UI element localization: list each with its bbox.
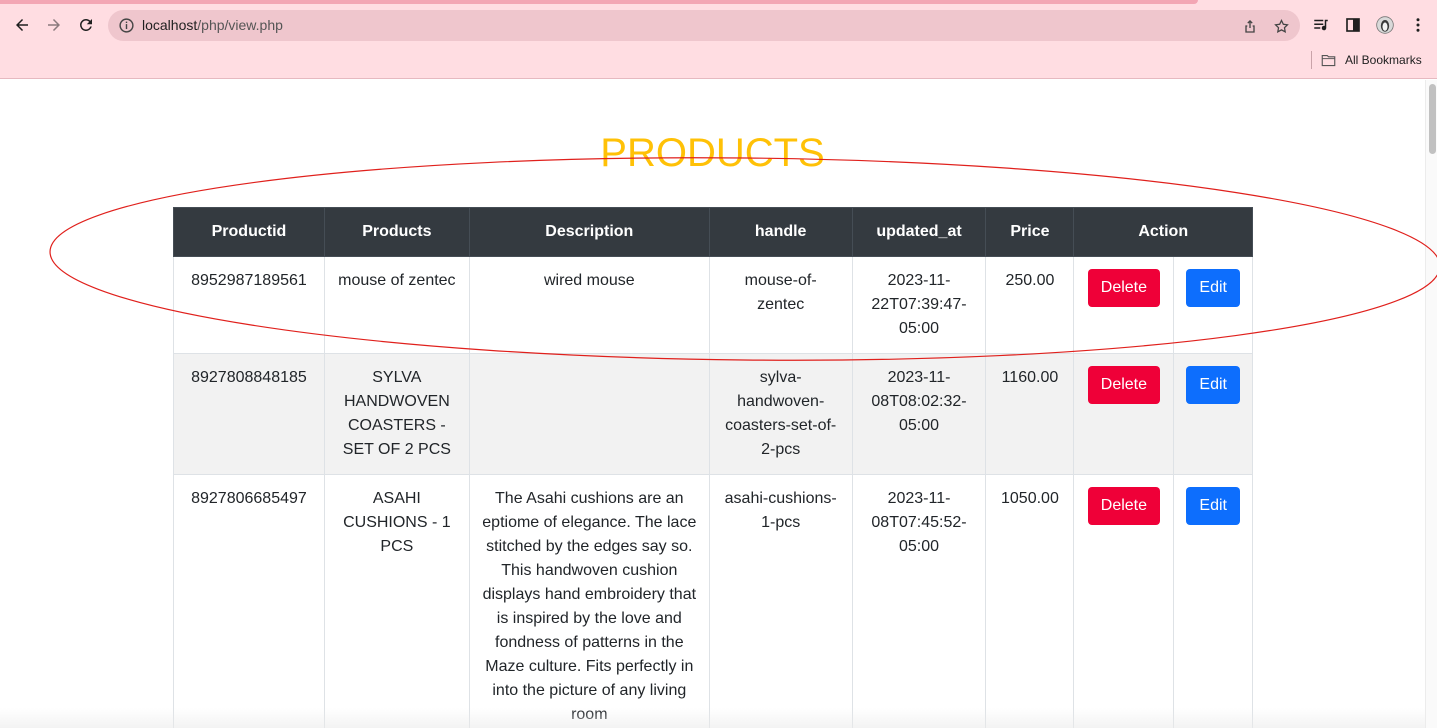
cell-handle: sylva-handwoven-coasters-set-of-2-pcs — [708, 353, 853, 475]
header-action: Action — [1073, 207, 1253, 257]
table-row: 8927806685497 ASAHI CUSHIONS - 1 PCS The… — [173, 474, 1253, 728]
back-button[interactable] — [10, 13, 34, 37]
url-host: localhost — [142, 17, 198, 33]
cell-product: mouse of zentec — [323, 256, 470, 354]
header-description: Description — [468, 207, 710, 257]
menu-kebab-icon[interactable] — [1407, 14, 1429, 36]
forward-arrow-icon — [48, 19, 60, 31]
header-products: Products — [323, 207, 470, 257]
cell-productid: 8927808848185 — [173, 353, 325, 475]
cell-edit: Edit — [1173, 353, 1253, 475]
cell-handle: asahi-cushions-1-pcs — [708, 474, 853, 728]
scrollbar-thumb[interactable] — [1429, 84, 1436, 154]
all-bookmarks-label: All Bookmarks — [1345, 53, 1422, 67]
forward-button[interactable] — [42, 13, 66, 37]
folder-icon — [1321, 54, 1336, 66]
header-productid: Productid — [173, 207, 325, 257]
cell-handle: mouse-of-zentec — [708, 256, 853, 354]
url-text[interactable]: localhost/php/view.php — [142, 17, 283, 34]
site-info-icon[interactable] — [118, 17, 135, 34]
vertical-scrollbar[interactable] — [1425, 80, 1437, 728]
cell-delete: Delete — [1073, 474, 1175, 728]
cell-price: 1160.00 — [985, 353, 1075, 475]
bookmark-star-icon[interactable] — [1271, 16, 1291, 36]
cell-description: wired mouse — [468, 256, 710, 354]
cell-description: The Asahi cushions are an eptiome of ele… — [468, 474, 710, 728]
cell-edit: Edit — [1173, 474, 1253, 728]
url-path: /php/view.php — [197, 17, 283, 33]
browser-toolbar: localhost/php/view.php All Bookmarks — [0, 0, 1437, 79]
cell-delete: Delete — [1073, 256, 1175, 354]
tab-strip — [0, 0, 1198, 4]
cell-updated-at: 2023-11-08T08:02:32-05:00 — [851, 353, 987, 475]
table-header-row: Productid Products Description handle up… — [173, 207, 1253, 257]
cell-product: SYLVA HANDWOVEN COASTERS - SET OF 2 PCS — [323, 353, 470, 475]
cell-description — [468, 353, 710, 475]
address-bar[interactable]: localhost/php/view.php — [108, 10, 1300, 41]
reload-icon — [80, 18, 92, 31]
page-content: PRODUCTS Productid Products Description … — [0, 80, 1425, 728]
table-row: 8952987189561 mouse of zentec wired mous… — [173, 256, 1253, 354]
delete-button[interactable]: Delete — [1087, 366, 1161, 404]
profile-avatar-icon[interactable] — [1374, 14, 1396, 36]
cell-delete: Delete — [1073, 353, 1175, 475]
edit-button[interactable]: Edit — [1186, 487, 1240, 525]
cell-updated-at: 2023-11-08T07:45:52-05:00 — [851, 474, 987, 728]
bookmarks-divider — [1311, 51, 1312, 69]
bottom-fade — [0, 708, 1425, 728]
edit-button[interactable]: Edit — [1186, 366, 1240, 404]
edit-button[interactable]: Edit — [1186, 269, 1240, 307]
cell-price: 250.00 — [985, 256, 1075, 354]
header-price: Price — [985, 207, 1075, 257]
cell-productid: 8952987189561 — [173, 256, 325, 354]
table-row: 8927808848185 SYLVA HANDWOVEN COASTERS -… — [173, 353, 1253, 475]
header-updated-at: updated_at — [851, 207, 987, 257]
reload-button[interactable] — [74, 13, 98, 37]
header-handle: handle — [708, 207, 853, 257]
delete-button[interactable]: Delete — [1087, 269, 1161, 307]
back-arrow-icon — [16, 19, 28, 31]
reading-list-icon[interactable] — [1310, 14, 1332, 36]
page-title: PRODUCTS — [600, 131, 825, 175]
delete-button[interactable]: Delete — [1087, 487, 1161, 525]
cell-productid: 8927806685497 — [173, 474, 325, 728]
side-panel-icon[interactable] — [1342, 14, 1364, 36]
products-table: Productid Products Description handle up… — [173, 207, 1253, 728]
cell-product: ASAHI CUSHIONS - 1 PCS — [323, 474, 470, 728]
cell-edit: Edit — [1173, 256, 1253, 354]
cell-updated-at: 2023-11-22T07:39:47-05:00 — [851, 256, 987, 354]
all-bookmarks-button[interactable]: All Bookmarks — [1320, 51, 1422, 69]
share-icon[interactable] — [1240, 16, 1260, 36]
cell-price: 1050.00 — [985, 474, 1075, 728]
